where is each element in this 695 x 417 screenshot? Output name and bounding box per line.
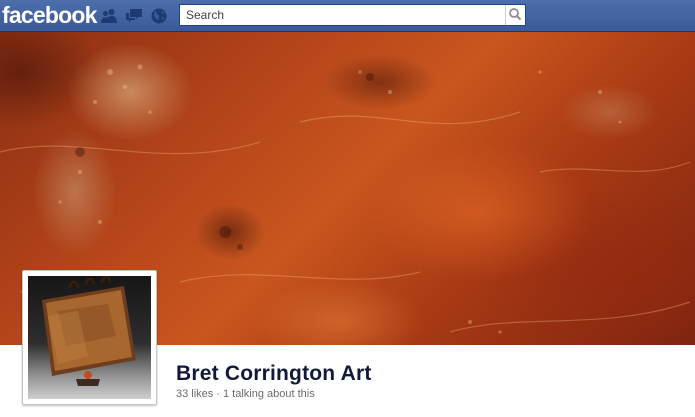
likes-count[interactable]: 33 likes xyxy=(176,388,213,400)
page-stats: 33 likes · 1 talking about this xyxy=(176,387,315,401)
messages-icon[interactable] xyxy=(125,7,143,25)
talking-about-count[interactable]: 1 talking about this xyxy=(223,388,315,400)
profile-photo xyxy=(28,276,151,399)
profile-picture[interactable] xyxy=(22,270,157,405)
notifications-globe-icon[interactable] xyxy=(150,7,168,25)
facebook-logo[interactable]: facebook xyxy=(2,2,97,29)
search-input[interactable] xyxy=(180,5,505,25)
artwork-image xyxy=(42,276,136,386)
search-button[interactable] xyxy=(505,5,525,25)
stats-separator: · xyxy=(216,388,220,400)
friend-requests-icon[interactable] xyxy=(100,7,118,25)
page-title[interactable]: Bret Corrington Art xyxy=(176,361,372,387)
search-box xyxy=(179,4,526,26)
top-navigation-bar: facebook xyxy=(0,0,695,32)
magnifier-icon xyxy=(509,8,522,21)
